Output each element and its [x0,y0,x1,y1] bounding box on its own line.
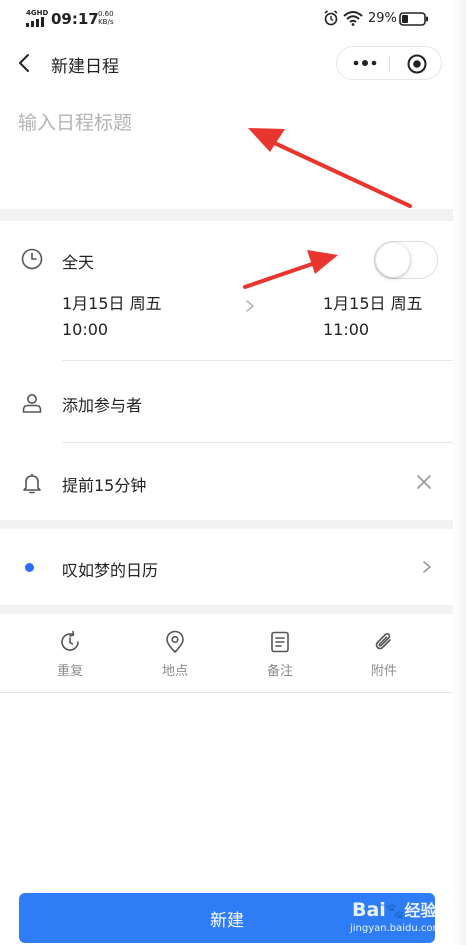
battery-percentage: 29% [368,11,397,26]
watermark-brand: Bai [352,899,386,921]
clock-icon [21,248,43,270]
paw-icon: 🐾 [385,902,405,920]
watermark-url: jingyan.baidu.com [350,923,443,934]
reminder-label: 提前15分钟 [62,476,147,495]
edge-shadow [453,0,466,945]
chevron-right-icon [246,300,255,312]
row-divider [62,442,453,443]
section-divider [0,209,466,221]
reminder-row[interactable] [0,444,400,520]
calendar-name: 叹如梦的日历 [62,561,159,580]
location-icon [166,630,184,653]
section-divider [0,605,466,614]
battery-icon [399,12,428,26]
back-icon[interactable] [14,52,36,74]
clear-reminder-icon[interactable] [416,474,432,490]
watermark-logo: Bai🐾经验 [352,897,437,921]
note-button[interactable]: 备注 [248,630,312,686]
event-title-input[interactable] [18,106,438,140]
wifi-icon [343,11,363,26]
calendar-color-dot [25,563,34,572]
start-time: 10:00 [62,320,109,339]
location-label: 地点 [161,664,188,679]
section-divider [0,520,466,529]
end-datetime[interactable]: 1月15日 周五 11:00 [323,291,423,343]
arrow-to-all-day-toggle [243,250,338,289]
bell-icon [23,474,41,494]
page-title: 新建日程 [51,57,119,77]
add-participants-label: 添加参与者 [62,396,143,415]
end-time: 11:00 [323,320,370,339]
attachment-icon [375,633,391,650]
start-date: 1月15日 周五 [62,294,162,313]
network-speed-value: 0.60 [98,10,114,18]
network-speed-unit: KB/s [98,18,114,26]
watermark-brand-suffix: 经验 [404,901,437,920]
location-button[interactable]: 地点 [143,630,207,686]
toggle-knob [376,243,410,277]
row-divider [62,360,453,361]
network-type: 4GHD [26,9,49,17]
person-icon [22,394,42,413]
note-label: 备注 [266,664,293,679]
repeat-button[interactable]: 重复 [38,630,102,686]
close-miniprogram-icon[interactable] [407,54,427,74]
signal-icon [26,17,44,27]
end-date: 1月15日 周五 [323,294,423,313]
chevron-right-icon [423,561,432,573]
miniprogram-capsule [336,46,442,80]
all-day-label: 全天 [62,253,95,272]
repeat-label: 重复 [56,664,83,679]
attachment-label: 附件 [370,664,397,679]
attachment-button[interactable]: 附件 [352,630,416,686]
repeat-icon [61,630,79,651]
alarm-icon [324,10,338,26]
network-speed: 0.60 KB/s [98,10,114,26]
more-icon[interactable] [351,56,379,70]
start-datetime[interactable]: 1月15日 周五 10:00 [62,291,162,343]
note-icon [271,631,289,653]
all-day-toggle[interactable] [374,241,438,279]
status-time: 09:17 [51,10,99,28]
status-bar: 4GHD 09:17 0.60 KB/s 29% [0,0,466,38]
toolbar-divider [0,692,466,693]
capsule-divider [389,56,390,72]
